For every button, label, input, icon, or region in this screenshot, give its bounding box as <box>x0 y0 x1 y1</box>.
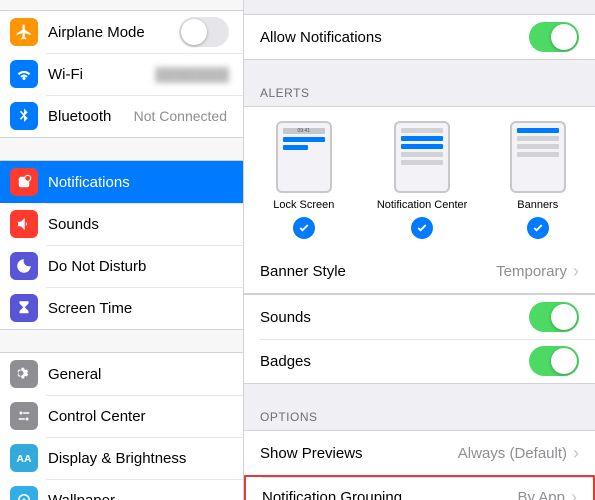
allow-notifications-row[interactable]: Allow Notifications <box>244 15 595 59</box>
alert-caption: Lock Screen <box>273 199 334 211</box>
sounds-row[interactable]: Sounds <box>244 295 595 339</box>
sidebar-item-do-not-disturb[interactable]: Do Not Disturb <box>0 245 243 287</box>
sidebar-item-sounds[interactable]: Sounds <box>0 203 243 245</box>
allow-notifications-group: Allow Notifications <box>244 14 595 60</box>
sidebar-group-2: Notifications Sounds Do Not Disturb Scre… <box>0 160 243 330</box>
notification-grouping-value: By App <box>517 489 565 500</box>
sidebar-item-wallpaper[interactable]: Wallpaper <box>0 479 243 500</box>
hourglass-icon <box>10 294 38 322</box>
chevron-right-icon: › <box>573 443 579 464</box>
options-group: Show Previews Always (Default) › Notific… <box>244 430 595 500</box>
banner-style-label: Banner Style <box>260 263 496 280</box>
sidebar-item-display-brightness[interactable]: AA Display & Brightness <box>0 437 243 479</box>
sidebar-item-bluetooth[interactable]: Bluetooth Not Connected <box>0 95 243 137</box>
sidebar-group-3: General Control Center AA Display & Brig… <box>0 352 243 500</box>
sounds-toggle[interactable] <box>529 302 579 332</box>
notification-grouping-label: Notification Grouping <box>262 489 517 500</box>
alert-caption: Banners <box>517 199 558 211</box>
alert-option-notification-center[interactable]: Notification Center <box>377 121 468 239</box>
sidebar-item-label: Control Center <box>48 408 229 425</box>
notification-center-preview <box>394 121 450 193</box>
airplane-icon <box>10 18 38 46</box>
gear-icon <box>10 360 38 388</box>
bluetooth-status: Not Connected <box>134 108 227 124</box>
alerts-group: 09:41 Lock Screen Notification Center Ba… <box>244 106 595 294</box>
sidebar-item-label: Bluetooth <box>48 108 134 125</box>
airplane-toggle[interactable] <box>179 17 229 47</box>
show-previews-value: Always (Default) <box>458 445 567 462</box>
check-icon <box>527 217 549 239</box>
alerts-grid: 09:41 Lock Screen Notification Center Ba… <box>244 107 595 249</box>
bluetooth-icon <box>10 102 38 130</box>
sidebar-item-label: General <box>48 366 229 383</box>
sidebar-item-label: Display & Brightness <box>48 450 229 467</box>
badges-toggle[interactable] <box>529 346 579 376</box>
alerts-header: ALERTS <box>244 80 595 106</box>
svg-text:AA: AA <box>16 453 32 465</box>
sounds-icon <box>10 210 38 238</box>
sidebar-item-airplane-mode[interactable]: Airplane Mode <box>0 11 243 53</box>
banner-style-value: Temporary <box>496 263 567 280</box>
banner-style-row[interactable]: Banner Style Temporary › <box>244 249 595 293</box>
sidebar-item-label: Screen Time <box>48 300 229 317</box>
alert-option-banners[interactable]: Banners <box>510 121 566 239</box>
sidebar-item-screen-time[interactable]: Screen Time <box>0 287 243 329</box>
sidebar-group-1: Airplane Mode Wi-Fi ████████ Bluetooth N… <box>0 10 243 138</box>
settings-sidebar: Airplane Mode Wi-Fi ████████ Bluetooth N… <box>0 0 244 500</box>
wifi-network-blurred: ████████ <box>155 67 229 82</box>
sounds-label: Sounds <box>260 309 529 326</box>
wallpaper-icon <box>10 486 38 500</box>
sliders-icon <box>10 402 38 430</box>
sidebar-item-notifications[interactable]: Notifications <box>0 161 243 203</box>
wifi-icon <box>10 60 38 88</box>
allow-notifications-label: Allow Notifications <box>260 29 529 46</box>
options-header: OPTIONS <box>244 404 595 430</box>
sidebar-item-label: Wi-Fi <box>48 66 155 83</box>
show-previews-row[interactable]: Show Previews Always (Default) › <box>244 431 595 475</box>
settings-detail-pane: Allow Notifications ALERTS 09:41 Lock Sc… <box>244 0 595 500</box>
sidebar-item-general[interactable]: General <box>0 353 243 395</box>
sidebar-item-label: Do Not Disturb <box>48 258 229 275</box>
display-icon: AA <box>10 444 38 472</box>
badges-row[interactable]: Badges <box>244 339 595 383</box>
sidebar-item-label: Wallpaper <box>48 492 229 500</box>
sidebar-item-label: Notifications <box>48 174 229 191</box>
sidebar-item-label: Airplane Mode <box>48 24 179 41</box>
check-icon <box>293 217 315 239</box>
allow-notifications-toggle[interactable] <box>529 22 579 52</box>
notification-grouping-row[interactable]: Notification Grouping By App › <box>244 475 595 500</box>
check-icon <box>411 217 433 239</box>
alert-option-lock-screen[interactable]: 09:41 Lock Screen <box>273 121 334 239</box>
sidebar-item-control-center[interactable]: Control Center <box>0 395 243 437</box>
sidebar-item-wifi[interactable]: Wi-Fi ████████ <box>0 53 243 95</box>
sounds-badges-group: Sounds Badges <box>244 294 595 384</box>
moon-icon <box>10 252 38 280</box>
notifications-icon <box>10 168 38 196</box>
alert-caption: Notification Center <box>377 199 468 211</box>
lock-screen-preview: 09:41 <box>276 121 332 193</box>
chevron-right-icon: › <box>571 487 577 500</box>
sidebar-item-label: Sounds <box>48 216 229 233</box>
show-previews-label: Show Previews <box>260 445 458 462</box>
banners-preview <box>510 121 566 193</box>
chevron-right-icon: › <box>573 261 579 282</box>
badges-label: Badges <box>260 353 529 370</box>
